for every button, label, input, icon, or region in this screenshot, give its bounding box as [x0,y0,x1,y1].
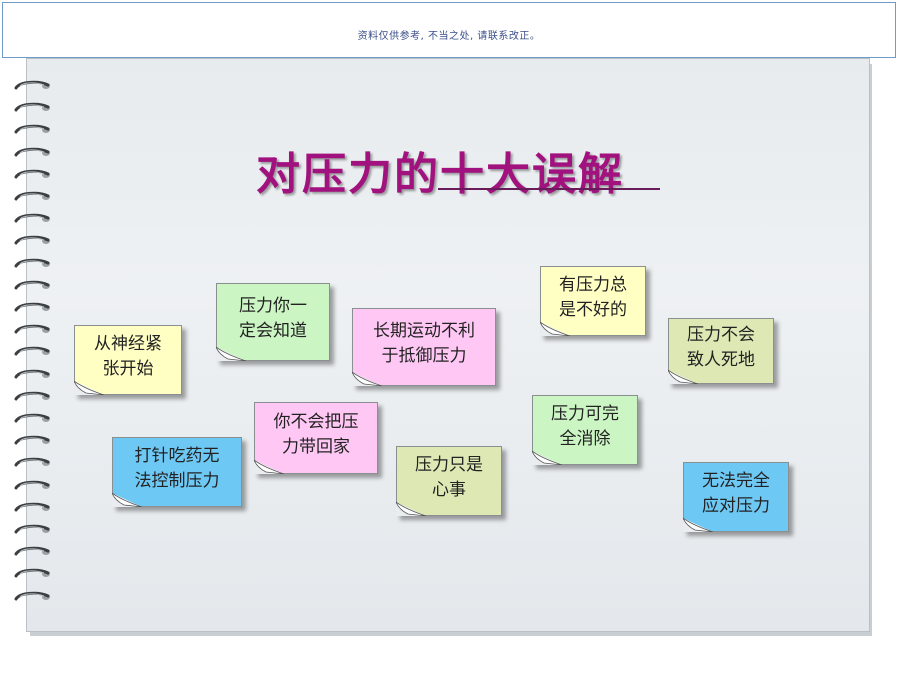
sticky-note-eliminate: 压力可完 全消除 [532,395,638,465]
spiral-ring-icon [14,524,54,536]
page-curl-icon [396,502,426,516]
sticky-note-text: 你不会把压 力带回家 [273,412,359,457]
page-curl-icon [74,381,104,395]
page-curl-icon [540,322,570,336]
sticky-note-text: 压力你一 定会知道 [239,296,307,341]
spiral-ring-icon [14,324,54,336]
spiral-ring-icon [14,258,54,270]
sticky-note-mental: 压力只是 心事 [396,446,502,516]
spiral-ring-icon [14,591,54,603]
spiral-ring-icon [14,480,54,492]
sticky-note-text: 压力可完 全消除 [551,404,619,449]
spiral-ring-icon [14,213,54,225]
spiral-ring-icon [14,391,54,403]
spiral-ring-icon [14,235,54,247]
sticky-note-text: 无法完全 应对压力 [702,471,770,516]
page-curl-icon [216,347,246,361]
spiral-ring-icon [14,546,54,558]
sticky-note-text: 打针吃药无 法控制压力 [134,446,220,491]
spiral-ring-icon [14,435,54,447]
sticky-note-text: 从神经紧 张开始 [94,334,162,379]
spiral-ring-icon [14,124,54,136]
page-curl-icon [352,372,382,386]
spiral-ring-icon [14,457,54,469]
sticky-note-always-bad: 有压力总 是不好的 [540,266,646,336]
sticky-note-nerves: 从神经紧 张开始 [74,325,182,395]
banner-text: 资料仅供参考, 不当之处, 请联系改正。 [357,31,541,42]
spiral-ring-icon [14,169,54,181]
page-curl-icon [668,370,698,384]
spiral-ring-icon [14,346,54,358]
sticky-note-text: 长期运动不利 于抵御压力 [373,321,475,366]
spiral-ring-icon [14,80,54,92]
spiral-ring-icon [14,147,54,159]
page-curl-icon [112,493,142,507]
sticky-note-cannot-cope: 无法完全 应对压力 [683,462,789,532]
spiral-ring-icon [14,413,54,425]
sticky-note-exercise: 长期运动不利 于抵御压力 [352,308,496,386]
sticky-note-medication: 打针吃药无 法控制压力 [112,437,242,507]
sticky-note-text: 压力只是 心事 [415,455,483,500]
spiral-ring-icon [14,502,54,514]
sticky-note-take-home: 你不会把压 力带回家 [254,402,378,474]
top-banner: 资料仅供参考, 不当之处, 请联系改正。 [2,2,896,58]
sticky-note-awareness: 压力你一 定会知道 [216,283,330,361]
spiral-ring-icon [14,369,54,381]
title-underline [438,188,660,190]
spiral-ring-icon [14,568,54,580]
sticky-note-not-deadly: 压力不会 致人死地 [668,318,774,384]
page-curl-icon [683,518,713,532]
spiral-ring-icon [14,102,54,114]
spiral-ring-icon [14,302,54,314]
sticky-note-text: 压力不会 致人死地 [687,325,755,370]
spiral-ring-icon [14,280,54,292]
page-curl-icon [254,460,284,474]
page-curl-icon [532,451,562,465]
sticky-note-text: 有压力总 是不好的 [559,275,627,320]
spiral-ring-icon [14,191,54,203]
